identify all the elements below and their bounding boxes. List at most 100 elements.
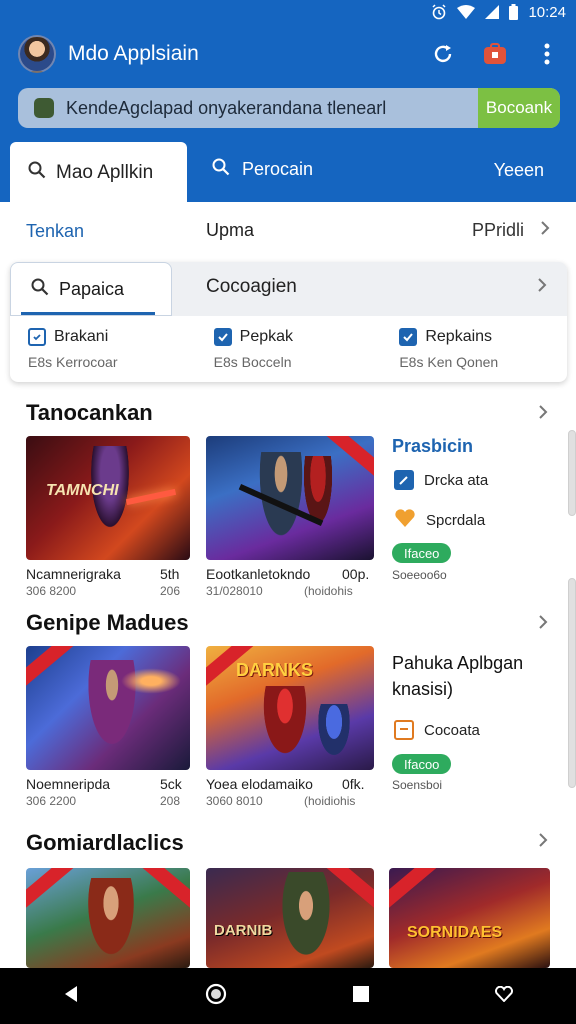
battery-icon: [509, 4, 519, 20]
checkbox-checked-icon[interactable]: [213, 328, 232, 346]
side-item[interactable]: Spcrdala: [394, 508, 485, 532]
tile-sub: 208: [160, 794, 181, 808]
tile-caption: Eootkanletokndo: [206, 566, 311, 582]
navigation-bar: [0, 968, 576, 1024]
status-badge[interactable]: Ifaceo: [392, 543, 452, 563]
search-text: KendeAgclapad onyakerandana tlenearl: [66, 97, 387, 118]
side-item-label: Cocoata: [424, 721, 480, 739]
game-banner: TAMNCHI: [46, 482, 119, 499]
filter-upma[interactable]: Upma: [206, 220, 254, 241]
home-icon[interactable]: [205, 983, 227, 1010]
tile-caption: Yoea elodamaiko: [206, 776, 313, 792]
chevron-right-icon[interactable]: [538, 404, 548, 425]
tile-sub: 306 8200: [26, 584, 77, 598]
active-indicator: [21, 312, 155, 315]
filter-category-label[interactable]: Cocoagien: [206, 276, 297, 298]
game-tile[interactable]: TAMNCHI: [26, 436, 190, 560]
section-title: Tanocankan: [26, 400, 153, 425]
back-icon[interactable]: [63, 985, 79, 1008]
search-icon: [28, 161, 46, 185]
side-title-line: knasisi): [392, 679, 454, 700]
side-item[interactable]: Cocoata: [394, 720, 480, 740]
game-tile[interactable]: DARNIB: [206, 868, 374, 968]
status-bar: 10:24: [0, 0, 576, 24]
tile-rating: 5ck: [160, 776, 182, 792]
signal-icon: [485, 5, 500, 19]
game-art-flare: [116, 666, 186, 696]
side-sub: Soeeoo6o: [392, 568, 447, 582]
store-badge-icon[interactable]: [482, 41, 508, 67]
tab-label: Perocain: [242, 159, 314, 179]
avatar[interactable]: [18, 35, 56, 73]
tile-caption: Noemneripda: [26, 776, 111, 792]
filter-columns: Brakani E8s Kerrocoar Pepkak E8s Bocceln…: [10, 328, 567, 370]
game-art: [276, 872, 336, 968]
ribbon: [26, 868, 79, 909]
wifi-icon: [457, 5, 476, 19]
tile-rating: 0fk.: [342, 776, 365, 792]
game-tile[interactable]: DARNKS: [206, 646, 374, 770]
search-strip: KendeAgclapad onyakerandana tlenearl Boc…: [0, 84, 576, 140]
game-tile[interactable]: [26, 646, 190, 770]
game-tile[interactable]: SORNIDAES: [389, 868, 550, 968]
tile-sub: (hoidohis: [304, 584, 353, 598]
chevron-right-icon[interactable]: [537, 277, 547, 298]
tile-sub: 31/028010: [206, 584, 263, 598]
search-button[interactable]: Bocoank: [478, 88, 560, 128]
checkbox-icon[interactable]: [28, 328, 46, 346]
filter-option[interactable]: Repkains E8s Ken Qonen: [381, 328, 567, 370]
tile-sub: 206: [160, 584, 181, 598]
refresh-icon[interactable]: [430, 41, 456, 67]
filter-option[interactable]: Pepkak E8s Bocceln: [196, 328, 382, 370]
alarm-icon: [431, 4, 447, 20]
heart-icon: [394, 508, 416, 532]
tab-main-apps[interactable]: Mao Apllkin: [10, 142, 187, 204]
filter-tenkan[interactable]: Tenkan: [10, 202, 187, 260]
ribbon: [26, 646, 79, 687]
status-badge[interactable]: Ifacoo: [392, 754, 452, 774]
recents-icon[interactable]: [353, 985, 369, 1007]
tab-label: Mao Apllkin: [56, 162, 154, 183]
filter-option-sub: E8s Kerrocoar: [28, 354, 118, 370]
tab-yeeen[interactable]: Yeeen: [494, 160, 544, 181]
filter-ppridli[interactable]: PPridli: [472, 220, 550, 241]
filter-option-sub: E8s Ken Qonen: [399, 354, 499, 370]
side-item[interactable]: Drcka ata: [394, 470, 488, 490]
ribbon: [137, 868, 190, 909]
game-art: [82, 878, 140, 968]
chevron-right-icon[interactable]: [538, 832, 548, 853]
filter-card-header: Papaica Cocoagien: [10, 262, 567, 316]
scrollbar[interactable]: [568, 430, 576, 516]
checkbox-checked-icon[interactable]: [399, 328, 418, 346]
filter-search-label: Papaica: [59, 278, 125, 299]
side-item-label: Spcrdala: [426, 511, 486, 529]
tile-sub: (hoidiohis: [304, 794, 356, 808]
side-panel-title[interactable]: Prasbicin: [392, 436, 473, 457]
heart-icon[interactable]: [495, 985, 513, 1007]
more-vert-icon[interactable]: [534, 41, 560, 67]
filter-row: Tenkan Upma PPridli: [0, 202, 576, 260]
tile-caption: Ncamnerigraka: [26, 566, 121, 582]
tile-rating: 00p.: [342, 566, 370, 582]
section-title: Genipe Madues: [26, 610, 189, 635]
game-tile[interactable]: [26, 868, 190, 968]
game-banner: SORNIDAES: [407, 924, 503, 941]
chevron-right-icon[interactable]: [538, 614, 548, 635]
scrollbar[interactable]: [568, 578, 576, 788]
side-panel-title[interactable]: Pahuka Aplbgan knasisi): [392, 650, 523, 702]
tile-sub: 3060 8010: [206, 794, 263, 808]
search-input[interactable]: KendeAgclapad onyakerandana tlenearl Boc…: [18, 88, 560, 128]
ribbon: [389, 868, 442, 909]
calendar-icon: [394, 720, 414, 740]
tab-perocain[interactable]: Perocain: [212, 158, 313, 181]
game-art-beam: [125, 488, 177, 506]
filter-option[interactable]: Brakani E8s Kerrocoar: [10, 328, 196, 370]
filter-search[interactable]: Papaica: [10, 262, 172, 316]
app-title: Mdo Applsiain: [68, 42, 199, 65]
game-tile[interactable]: [206, 436, 374, 560]
search-icon: [31, 278, 49, 301]
filter-card: Papaica Cocoagien Brakani E8s Kerrocoar …: [10, 262, 567, 382]
tile-sub: 306 2200: [26, 794, 77, 808]
filter-option-label: Pepkak: [239, 328, 294, 345]
lock-icon: [34, 98, 54, 118]
